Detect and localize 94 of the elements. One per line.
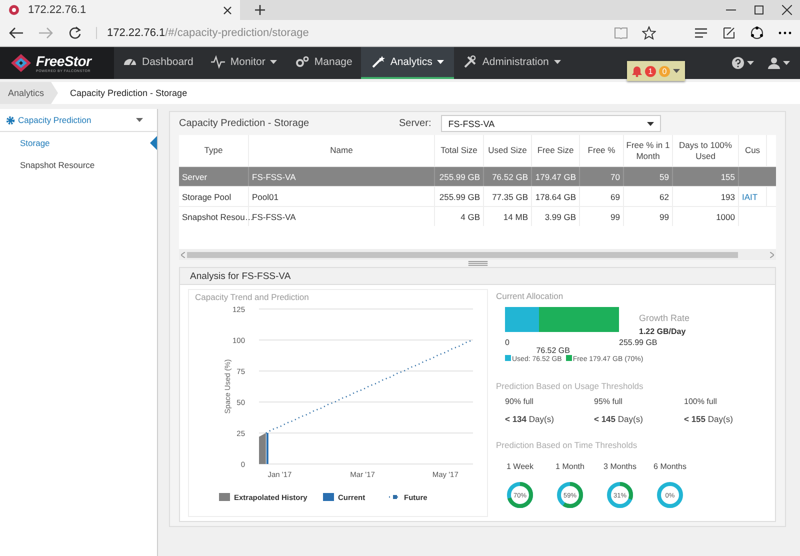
alerts-button[interactable]: 1 0 xyxy=(627,61,685,81)
nav-tab[interactable]: Administration xyxy=(454,47,570,79)
close-icon[interactable] xyxy=(223,6,232,14)
threshold-label: 90% full xyxy=(505,397,534,406)
table-cell: 14 MB xyxy=(484,207,532,226)
bell-icon xyxy=(632,66,642,76)
table-cell: 69 xyxy=(580,187,624,206)
book-icon[interactable] xyxy=(614,27,628,39)
axis-label: 76.52 GB xyxy=(536,346,570,355)
table-cell: 99 xyxy=(624,207,673,226)
refresh-icon[interactable] xyxy=(68,26,82,40)
section-title: Prediction Based on Usage Thresholds xyxy=(496,381,644,391)
table-cell: Storage Pool xyxy=(179,187,249,206)
threshold-label: 95% full xyxy=(594,397,624,406)
star-icon[interactable] xyxy=(642,26,656,40)
breadcrumb-link[interactable]: Analytics xyxy=(0,82,58,104)
table-cell: 99 xyxy=(580,207,624,226)
table-cell: Pool01 xyxy=(249,187,435,206)
logo-text: FreeStor xyxy=(36,53,92,69)
caret-icon xyxy=(783,61,790,65)
threshold-value: < 145 Day(s) xyxy=(594,414,644,424)
nav-tab[interactable]: Analytics xyxy=(361,47,454,79)
browser-tab[interactable]: 172.22.76.1 xyxy=(0,0,240,20)
site-icon xyxy=(8,4,20,16)
period-label: 1 Month xyxy=(556,462,584,471)
table-cell: 62 xyxy=(624,187,673,206)
table-cell: 77.35 GB xyxy=(484,187,532,206)
card-header: Analysis for FS-FSS-VA xyxy=(180,268,775,285)
period-label: 1 Week xyxy=(506,462,534,471)
pulse-icon xyxy=(211,55,226,69)
note-icon[interactable] xyxy=(722,26,736,40)
back-icon[interactable] xyxy=(8,27,24,39)
alert-count: 1 xyxy=(645,66,656,76)
growth-label: Growth Rate xyxy=(639,313,690,323)
table-cell: 255.99 GB xyxy=(435,187,484,206)
caret-icon xyxy=(747,61,754,65)
chart-title: Capacity Trend and Prediction xyxy=(194,291,310,304)
address-field[interactable]: 172.22.76.1/#/capacity-prediction/storage xyxy=(96,27,600,39)
share-icon[interactable] xyxy=(750,26,764,40)
nav-tab[interactable]: Dashboard xyxy=(114,47,202,79)
nav-tab[interactable]: Monitor xyxy=(202,47,286,79)
table-link[interactable]: IAIT xyxy=(739,187,767,206)
period-label: 3 Months xyxy=(604,462,636,471)
table-cell: 70 xyxy=(580,167,624,186)
table-cell: 59 xyxy=(624,167,673,186)
resize-handle-icon[interactable] xyxy=(468,261,488,266)
table-row[interactable]: Snapshot Resou…FS-FSS-VA 4 GB 14 MB 3.99 GB 99 99 1000 xyxy=(179,206,776,226)
field-label: Server: xyxy=(399,118,432,130)
breadcrumb-current: Capacity Prediction - Storage xyxy=(69,87,188,100)
server-select[interactable]: FS-FSS-VA xyxy=(441,115,662,132)
panel-title: Capacity Prediction - Storage xyxy=(179,118,310,130)
new-tab-icon[interactable] xyxy=(254,4,266,16)
table-cell: 155 xyxy=(673,167,739,186)
table-cell: 3.99 GB xyxy=(532,207,580,226)
table-cell: 76.52 GB xyxy=(484,167,532,186)
gear-icon xyxy=(6,116,15,124)
table-cell: Server xyxy=(179,167,249,186)
table-cell: 179.47 GB xyxy=(532,167,580,186)
help-icon[interactable] xyxy=(732,57,744,69)
menu-icon[interactable] xyxy=(694,27,708,39)
restore-icon[interactable] xyxy=(754,5,764,15)
period-label: 6 Months xyxy=(654,462,686,471)
alert-count: 0 xyxy=(659,66,670,76)
caret-icon xyxy=(647,122,654,126)
axis-label: 255.99 GB xyxy=(619,338,658,347)
growth-value: 1.22 GB/Day xyxy=(639,327,687,336)
threshold-label: 100% full xyxy=(684,397,718,406)
section-title: Prediction Based on Time Thresholds xyxy=(496,440,638,450)
logo-icon xyxy=(10,53,32,73)
more-icon[interactable] xyxy=(778,31,792,35)
caret-icon xyxy=(673,69,680,73)
wand-icon xyxy=(371,55,386,69)
table-row[interactable]: Storage Pool Pool01 255.99 GB 77.35 GB 178.64 GB 69 62 193 IAIT xyxy=(179,186,776,206)
table-cell: 178.64 GB xyxy=(532,187,580,206)
table-cell: 4 GB xyxy=(435,207,484,226)
threshold-value: < 155 Day(s) xyxy=(684,414,734,424)
table-cell: 255.99 GB xyxy=(435,167,484,186)
sidebar-section[interactable]: Capacity Prediction xyxy=(0,109,157,132)
axis-label: 0 xyxy=(505,338,510,347)
close-icon[interactable] xyxy=(782,5,792,15)
table-cell: 193 xyxy=(673,187,739,206)
sidebar-item[interactable]: Storage xyxy=(0,132,157,154)
threshold-value: < 134 Day(s) xyxy=(505,414,555,424)
nav-tab[interactable]: Manage xyxy=(286,47,362,79)
tools-icon xyxy=(463,55,478,69)
section-title: Current Allocation xyxy=(496,290,564,303)
table-row[interactable]: Server FS-FSS-VA 255.99 GB 76.52 GB 179.47 GB 70 59 155 xyxy=(179,166,776,186)
pointer-icon xyxy=(150,136,157,150)
sidebar-item[interactable]: Snapshot Resource xyxy=(0,154,157,176)
user-icon[interactable] xyxy=(768,57,780,69)
table-cell: 1000 xyxy=(673,207,739,226)
caret-icon xyxy=(136,118,143,122)
gears-icon xyxy=(295,55,310,69)
table-cell: FS-FSS-VA xyxy=(249,167,435,186)
